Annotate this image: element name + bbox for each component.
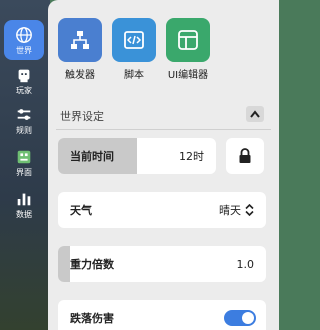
select-arrows-icon	[245, 204, 254, 216]
ui-editor-button[interactable]	[166, 18, 210, 62]
fall-damage-label: 跌落伤害	[70, 312, 114, 325]
sidebar-item-player[interactable]: 玩家	[4, 60, 44, 100]
rules-icon	[17, 108, 31, 120]
fall-damage-toggle-row: 跌落伤害	[58, 300, 266, 330]
sidebar-item-label: 世界	[16, 45, 32, 55]
script-icon	[124, 31, 144, 49]
collapse-button[interactable]	[246, 106, 264, 122]
globe-icon	[16, 26, 32, 43]
gravity-label: 重力倍数	[70, 258, 114, 271]
player-icon	[18, 69, 30, 82]
trigger-icon	[71, 31, 89, 49]
trigger-label: 触发器	[65, 70, 95, 81]
time-slider[interactable]: 当前时间 12时	[58, 138, 216, 174]
sidebar-item-label: 玩家	[16, 85, 32, 95]
sidebar-item-rules[interactable]: 规则	[4, 100, 44, 140]
sidebar-item-label: 数据	[16, 209, 32, 219]
ui-editor-label: UI编辑器	[167, 70, 209, 81]
gravity-value: 1.0	[236, 257, 255, 271]
weather-value: 晴天	[219, 204, 241, 217]
sidebar-item-interface[interactable]: 界面	[4, 142, 44, 182]
gravity-slider-fill	[58, 246, 71, 282]
weather-select[interactable]: 天气 晴天	[58, 192, 266, 228]
divider	[56, 129, 271, 130]
sidebar-item-label: 界面	[16, 167, 32, 177]
sidebar-item-label: 规则	[16, 125, 32, 135]
weather-label: 天气	[70, 204, 92, 217]
sidebar: 世界 玩家 规则 界面 数据	[0, 0, 50, 330]
lock-button[interactable]	[226, 138, 264, 174]
time-value: 12时	[179, 150, 204, 163]
time-label: 当前时间	[70, 150, 114, 163]
toggle-knob	[242, 312, 254, 324]
gravity-slider[interactable]: 重力倍数 1.0	[58, 246, 266, 282]
sidebar-item-data[interactable]: 数据	[4, 184, 44, 224]
ui-editor-icon	[178, 30, 198, 50]
fall-damage-toggle[interactable]	[224, 310, 256, 326]
chevron-up-icon	[250, 110, 260, 118]
lock-icon	[239, 148, 251, 163]
data-icon	[17, 193, 31, 205]
script-button[interactable]	[112, 18, 156, 62]
section-title: 世界设定	[60, 110, 104, 123]
trigger-button[interactable]	[58, 18, 102, 62]
interface-icon	[17, 150, 31, 163]
sidebar-item-world[interactable]: 世界	[4, 20, 44, 60]
settings-panel: 触发器 脚本 UI编辑器 世界设定 当前时间 12时 天气 晴天 重力倍数 1.…	[48, 0, 279, 330]
script-label: 脚本	[124, 70, 144, 81]
